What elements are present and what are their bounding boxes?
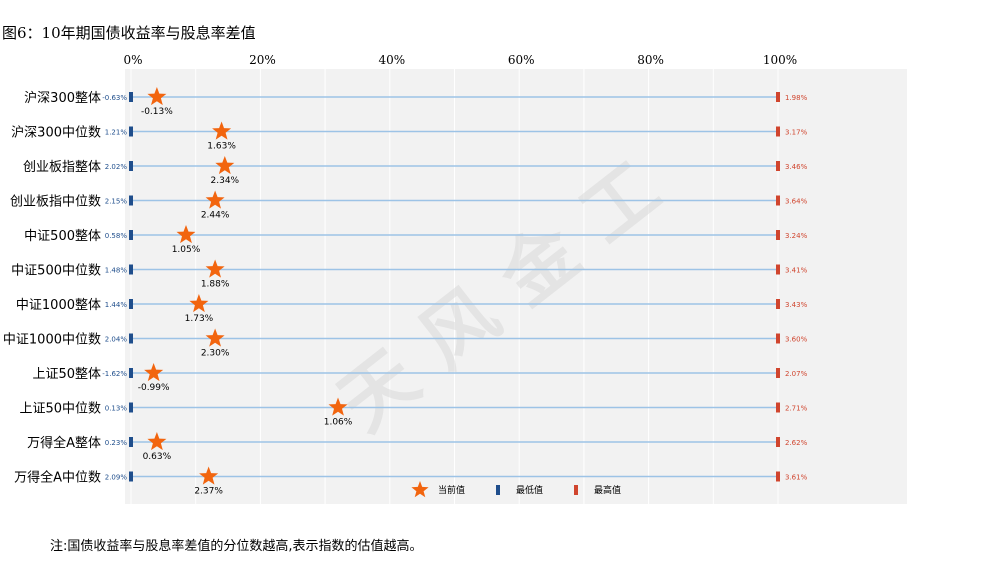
legend-label: 最低值 bbox=[516, 484, 543, 496]
max-value-label: 1.98% bbox=[785, 94, 808, 102]
min-value-label: -1.62% bbox=[102, 370, 127, 378]
bar-icon bbox=[496, 485, 500, 495]
min-value-label: 2.04% bbox=[105, 336, 128, 344]
min-marker bbox=[129, 126, 133, 137]
current-value-label: 2.34% bbox=[211, 176, 240, 186]
current-value-label: -0.99% bbox=[138, 383, 170, 393]
max-value-label: 3.24% bbox=[785, 232, 808, 240]
max-value-label: 3.60% bbox=[785, 336, 808, 344]
bar-icon bbox=[574, 485, 578, 495]
min-value-label: 0.58% bbox=[105, 232, 128, 240]
min-marker bbox=[129, 230, 133, 240]
max-value-label: 2.07% bbox=[785, 370, 808, 378]
min-marker bbox=[129, 92, 133, 102]
max-value-label: 3.17% bbox=[785, 129, 808, 137]
max-value-label: 3.46% bbox=[785, 163, 808, 171]
current-value-label: 2.44% bbox=[201, 211, 230, 221]
min-value-label: -0.63% bbox=[102, 94, 127, 102]
current-value-label: 2.37% bbox=[194, 487, 223, 497]
max-marker bbox=[776, 230, 780, 240]
x-tick-label: 80% bbox=[637, 53, 664, 67]
min-marker bbox=[129, 333, 133, 344]
x-tick-label: 0% bbox=[123, 53, 142, 67]
current-value-label: 0.63% bbox=[143, 452, 172, 462]
min-marker bbox=[129, 299, 133, 309]
current-value-label: 1.63% bbox=[207, 142, 236, 152]
current-value-label: 1.88% bbox=[201, 280, 230, 290]
max-value-label: 3.61% bbox=[785, 474, 808, 482]
min-marker bbox=[129, 437, 133, 447]
range-chart: 天风金工 0% 20% 40% 60% 80% 100% 沪深300整体 -0.63% 1.9… bbox=[3, 53, 907, 504]
max-value-label: 2.62% bbox=[785, 439, 808, 447]
max-marker bbox=[776, 264, 780, 275]
max-value-label: 2.71% bbox=[785, 405, 808, 413]
min-value-label: 1.21% bbox=[105, 129, 128, 137]
min-value-label: 2.02% bbox=[105, 163, 128, 171]
category-label: 万得全A整体 bbox=[27, 435, 101, 451]
min-value-label: 2.15% bbox=[105, 198, 128, 206]
category-label: 万得全A中位数 bbox=[14, 470, 101, 486]
max-marker bbox=[776, 368, 780, 378]
category-label: 沪深300中位数 bbox=[11, 125, 101, 141]
max-marker bbox=[776, 333, 780, 344]
x-tick-label: 40% bbox=[378, 53, 405, 67]
category-label: 创业板指中位数 bbox=[10, 195, 101, 210]
category-label: 中证500整体 bbox=[24, 229, 101, 244]
current-value-label: 1.06% bbox=[324, 418, 353, 428]
current-value-label: 1.73% bbox=[185, 314, 214, 324]
min-value-label: 0.23% bbox=[105, 439, 128, 447]
category-label: 上证50中位数 bbox=[19, 402, 101, 417]
current-value-label: -0.13% bbox=[141, 107, 173, 117]
max-marker bbox=[776, 437, 780, 447]
max-marker bbox=[776, 126, 780, 137]
min-marker bbox=[129, 471, 133, 482]
current-value-label: 1.05% bbox=[172, 245, 201, 255]
max-marker bbox=[776, 471, 780, 482]
max-value-label: 3.43% bbox=[785, 301, 808, 309]
min-marker bbox=[129, 368, 133, 378]
min-marker bbox=[129, 264, 133, 275]
category-label: 创业板指整体 bbox=[23, 160, 101, 175]
min-value-label: 0.13% bbox=[105, 405, 128, 413]
x-tick-label: 20% bbox=[249, 53, 276, 67]
min-value-label: 2.09% bbox=[105, 474, 128, 482]
min-marker bbox=[129, 161, 133, 171]
min-value-label: 1.44% bbox=[105, 301, 128, 309]
category-label: 中证1000中位数 bbox=[3, 333, 101, 348]
category-label: 沪深300整体 bbox=[24, 90, 101, 106]
x-tick-label: 100% bbox=[763, 53, 797, 67]
category-label: 中证1000整体 bbox=[16, 298, 101, 313]
category-label: 中证500中位数 bbox=[11, 264, 101, 279]
min-marker bbox=[129, 195, 133, 206]
legend-label: 最高值 bbox=[594, 484, 621, 496]
max-value-label: 3.41% bbox=[785, 267, 808, 275]
category-label: 上证50整体 bbox=[32, 367, 101, 382]
x-tick-label: 60% bbox=[508, 53, 535, 67]
legend-label: 当前值 bbox=[438, 484, 465, 496]
max-marker bbox=[776, 92, 780, 102]
footnote: 注:国债收益率与股息率差值的分位数越高,表示指数的估值越高。 bbox=[50, 539, 423, 554]
max-marker bbox=[776, 299, 780, 309]
min-marker bbox=[129, 402, 133, 413]
max-value-label: 3.64% bbox=[785, 198, 808, 206]
max-marker bbox=[776, 402, 780, 413]
max-marker bbox=[776, 195, 780, 206]
current-value-label: 2.30% bbox=[201, 349, 230, 359]
min-value-label: 1.48% bbox=[105, 267, 128, 275]
max-marker bbox=[776, 161, 780, 171]
x-axis: 0% 20% 40% 60% 80% 100% bbox=[123, 53, 797, 67]
